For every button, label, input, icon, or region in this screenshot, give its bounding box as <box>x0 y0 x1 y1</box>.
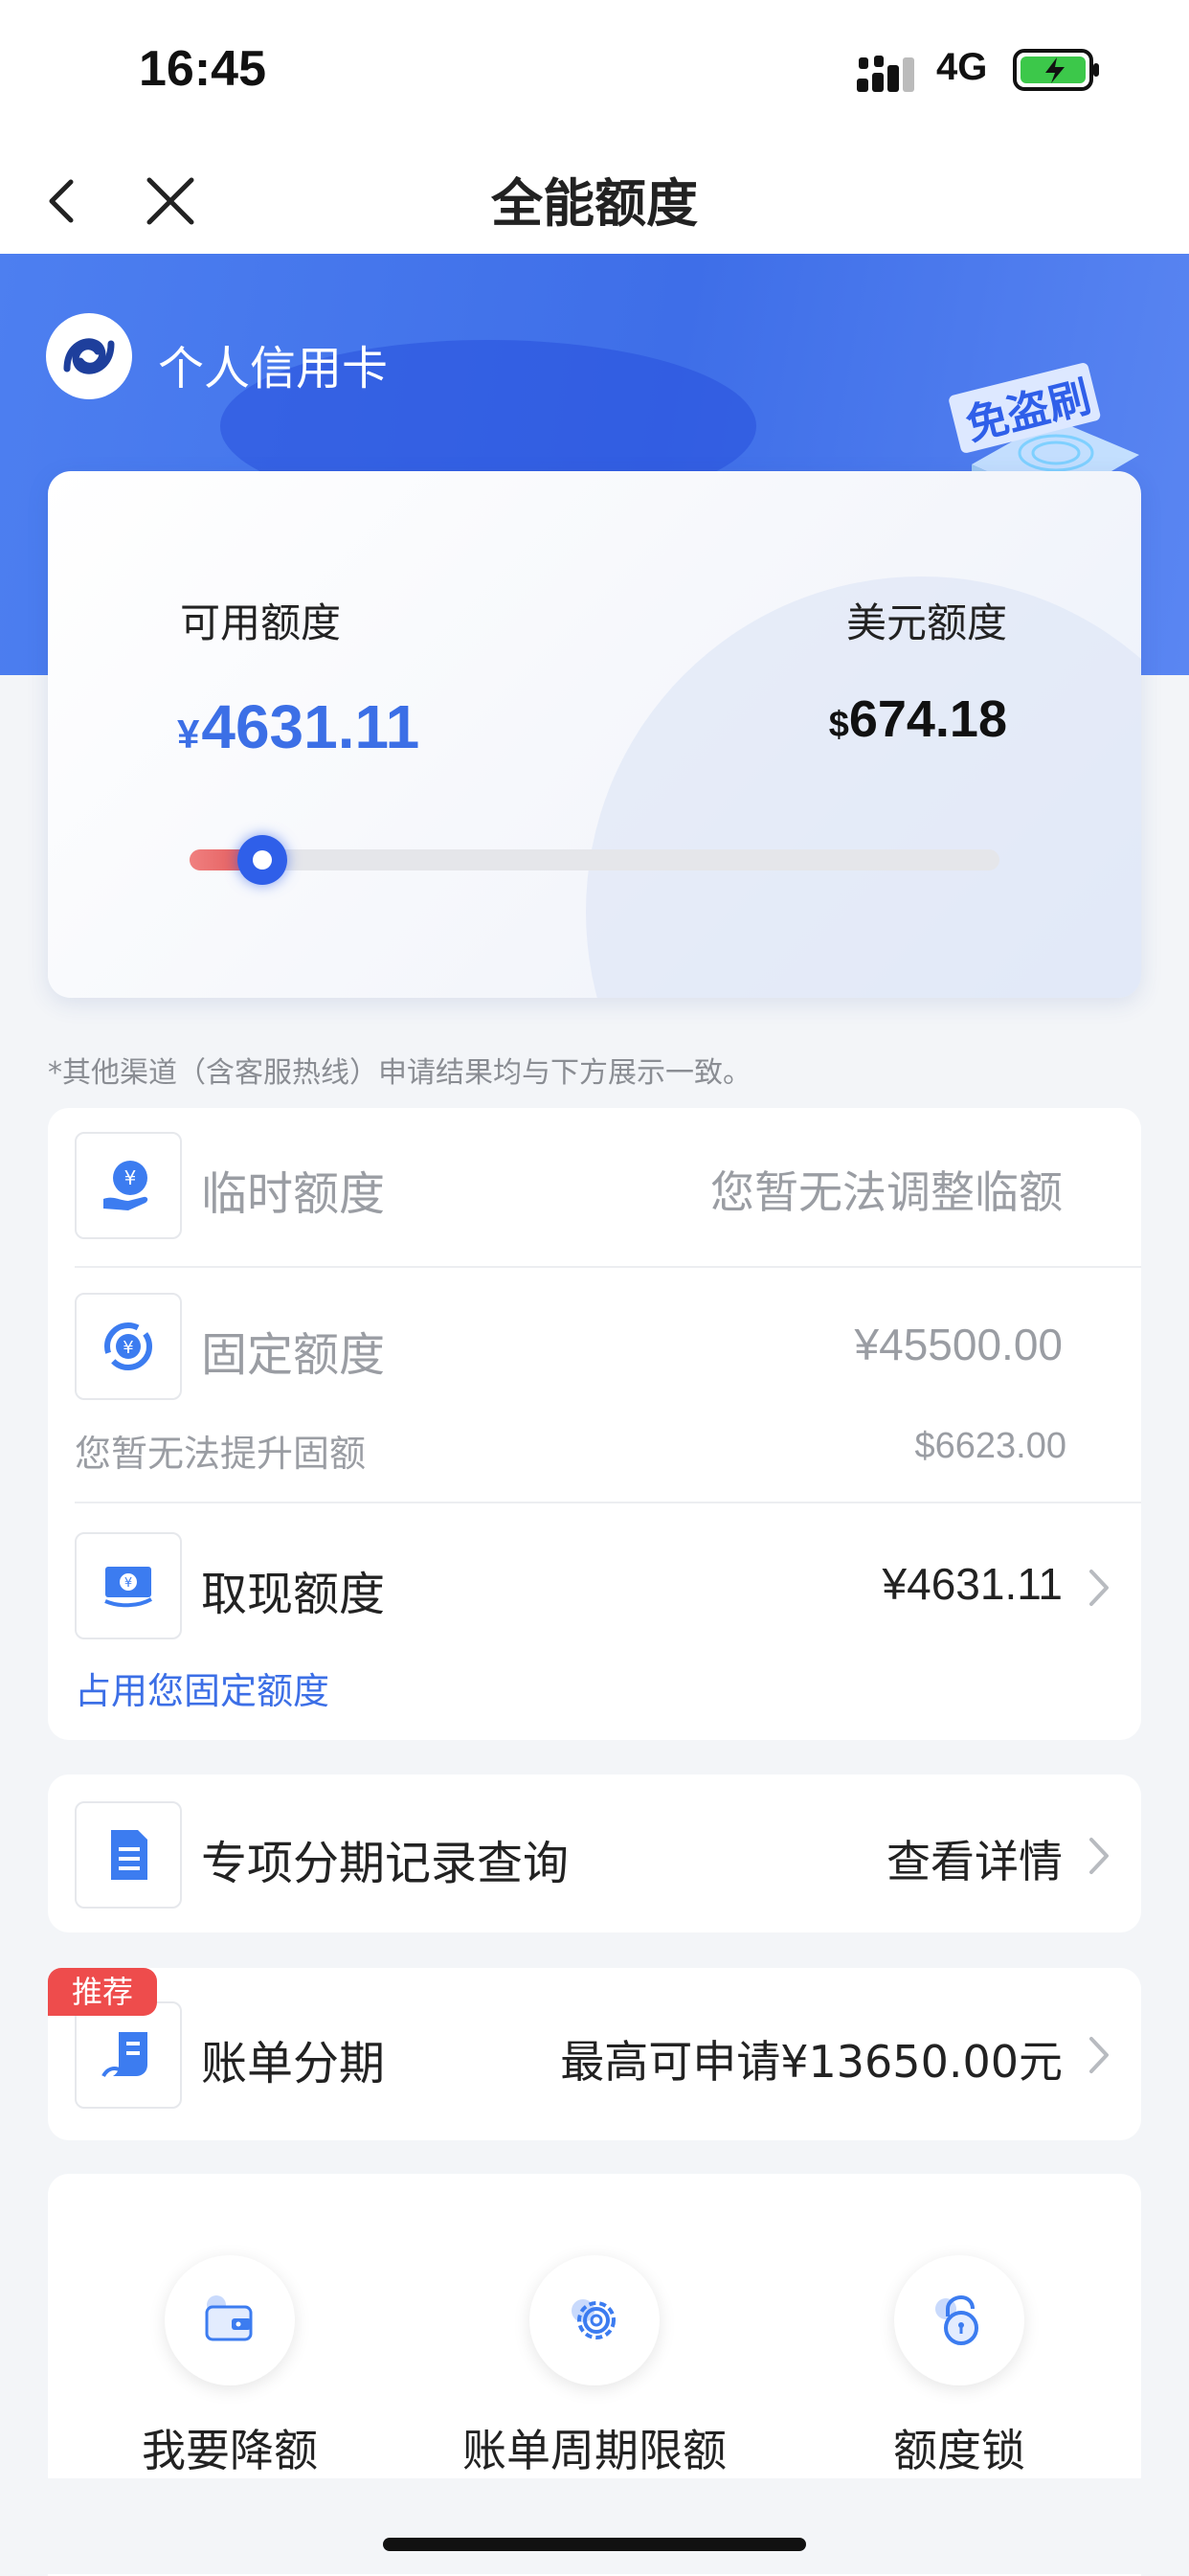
svg-text:¥: ¥ <box>124 1576 132 1591</box>
status-bar: 16:45 4G <box>0 0 1189 144</box>
chevron-right-icon <box>1089 1838 1109 1874</box>
usd-limit-label: 美元额度 <box>845 599 1007 646</box>
usage-slider <box>190 835 999 885</box>
available-limit-amount: ¥4631.11 <box>177 691 419 762</box>
cash-limit-note: 占用您固定额度 <box>75 1670 330 1712</box>
fixed-limit-title: 固定额度 <box>201 1328 386 1382</box>
temporary-limit-title: 临时额度 <box>201 1167 386 1221</box>
limit-lock-label: 额度锁 <box>893 2425 1025 2476</box>
card-type-label: 个人信用卡 <box>158 342 389 395</box>
installment-records-title: 专项分期记录查询 <box>201 1837 570 1890</box>
bill-installment-icon <box>75 2001 182 2109</box>
hand-yen-icon: ¥ <box>75 1132 182 1239</box>
cash-limit-value: ¥4631.11 <box>882 1559 1063 1609</box>
chevron-right-icon <box>1089 1570 1109 1606</box>
chevron-right-icon <box>1089 2037 1109 2073</box>
reduce-limit-label: 我要降额 <box>142 2425 318 2476</box>
svg-text:¥: ¥ <box>123 1338 133 1358</box>
document-list-icon <box>75 1801 182 1909</box>
billing-cycle-limit-button[interactable]: 账单周期限额 <box>451 2255 738 2479</box>
installment-records-row[interactable]: 专项分期记录查询 查看详情 <box>48 1774 1141 1932</box>
page-title: 全能额度 <box>491 173 698 234</box>
disclaimer-text: *其他渠道（含客服热线）申请结果均与下方展示一致。 <box>48 1056 752 1090</box>
divider <box>75 1266 1141 1268</box>
fixed-limit-usd: $6623.00 <box>914 1426 1067 1466</box>
available-value: 4631.11 <box>201 692 420 761</box>
status-time: 16:45 <box>139 41 266 97</box>
limit-card: 可用额度 美元额度 ¥4631.11 $674.18 <box>48 471 1141 998</box>
yen-cycle-icon: ¥ <box>75 1293 182 1400</box>
lock-icon <box>894 2255 1024 2385</box>
home-bar-area <box>0 2478 1189 2574</box>
network-type: 4G <box>936 46 988 88</box>
available-currency: ¥ <box>177 712 200 757</box>
cash-limit-title: 取现额度 <box>201 1568 386 1621</box>
bill-installment-row[interactable]: 账单分期 最高可申请¥13650.00元 <box>48 1968 1141 2140</box>
recommend-badge: 推荐 <box>48 1968 157 2016</box>
wallet-icon <box>165 2255 295 2385</box>
usd-limit-amount: $674.18 <box>829 689 1007 749</box>
billing-cycle-limit-label: 账单周期限额 <box>462 2425 727 2476</box>
nav-bar: 全能额度 <box>0 144 1189 254</box>
home-indicator[interactable] <box>383 2538 806 2551</box>
available-limit-label: 可用额度 <box>180 599 342 646</box>
usd-currency: $ <box>828 705 849 745</box>
limits-panel: ¥ 临时额度 您暂无法调整临额 ¥ 固定额度 ¥45500.00 您暂无法提升固… <box>48 1108 1141 1740</box>
cash-note-icon: ¥ <box>75 1532 182 1639</box>
temporary-limit-value: 您暂无法调整临额 <box>710 1166 1063 1218</box>
signal-icon <box>857 56 914 92</box>
svg-text:¥: ¥ <box>124 1166 137 1189</box>
fixed-limit-note: 您暂无法提升固额 <box>75 1433 367 1475</box>
bill-installment-value: 最高可申请¥13650.00元 <box>560 2036 1063 2088</box>
bank-logo-icon <box>46 313 132 399</box>
reduce-limit-button[interactable]: 我要降额 <box>86 2255 373 2479</box>
limit-lock-button[interactable]: 额度锁 <box>816 2255 1103 2479</box>
installment-records-action: 查看详情 <box>886 1836 1063 1887</box>
usd-value: 674.18 <box>848 690 1007 748</box>
divider <box>75 1502 1141 1503</box>
battery-charging-icon <box>1013 49 1099 91</box>
bill-installment-title: 账单分期 <box>201 2037 386 2090</box>
fixed-limit-value: ¥45500.00 <box>854 1320 1063 1369</box>
usage-slider-thumb <box>237 835 288 885</box>
gear-icon <box>529 2255 660 2385</box>
